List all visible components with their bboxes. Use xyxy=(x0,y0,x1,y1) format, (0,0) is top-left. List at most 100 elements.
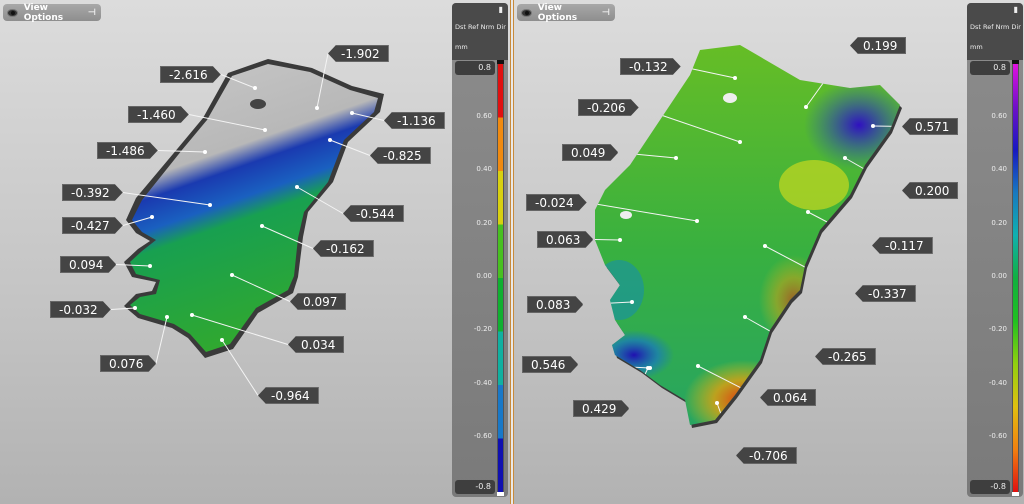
measurement-point xyxy=(253,86,257,90)
measurement-point xyxy=(350,111,354,115)
legend-unit: mm xyxy=(970,43,983,51)
deviation-callout-label[interactable]: -0.825 xyxy=(370,147,431,164)
legend-max-input[interactable]: 0.8 xyxy=(455,61,495,75)
deviation-callout-label[interactable]: -0.032 xyxy=(50,301,111,318)
legend-tick-label: 0.40 xyxy=(476,165,492,174)
deviation-callout-label[interactable]: 0.200 xyxy=(902,182,959,199)
legend-tick-label: -0.40 xyxy=(473,378,492,387)
measurement-point xyxy=(230,273,234,277)
deviation-callout-label[interactable]: 0.094 xyxy=(60,256,116,273)
legend-type: Dst Ref Nrm Dir xyxy=(970,23,1021,31)
deviation-callout-label[interactable]: 0.063 xyxy=(537,231,593,248)
legend-tick-label: 0.40 xyxy=(991,165,1007,174)
deviation-callout-label[interactable]: -0.392 xyxy=(62,184,123,201)
legend-tick-label: 0.00 xyxy=(476,271,492,280)
deviation-callout-label[interactable]: -0.265 xyxy=(815,348,876,365)
right-3d-viewport[interactable]: View Options ⊣ ▮ Dst Ref Nrm Dir mm 0.8 … xyxy=(514,0,1024,504)
deviation-callout-label[interactable]: 0.034 xyxy=(288,336,345,353)
left-part-model xyxy=(110,53,385,396)
measurement-point xyxy=(763,244,767,248)
measurement-point xyxy=(871,124,875,128)
measurement-point xyxy=(133,306,137,310)
deviation-callout-label[interactable]: -1.460 xyxy=(128,106,189,123)
deviation-callout-label[interactable]: -1.136 xyxy=(384,112,445,129)
deviation-callout-label[interactable]: 0.429 xyxy=(573,400,629,417)
eye-icon xyxy=(521,8,532,17)
deviation-callout-label[interactable]: -0.206 xyxy=(578,99,639,116)
measurement-point xyxy=(804,105,808,109)
pin-icon[interactable]: ⊣ xyxy=(602,8,610,18)
measurement-point xyxy=(733,76,737,80)
measurement-point xyxy=(738,140,742,144)
measurement-point xyxy=(203,150,207,154)
deviation-callout-label[interactable]: -0.024 xyxy=(526,194,587,211)
legend-tick-label: -0.60 xyxy=(988,431,1007,440)
legend-tick-label: 0.20 xyxy=(991,218,1007,227)
measurement-point xyxy=(630,300,634,304)
deviation-callout-label[interactable]: -1.902 xyxy=(328,45,389,62)
left-3d-viewport[interactable]: View Options ⊣ ▮ Dst Ref Nrm Dir mm 0.8 … xyxy=(0,0,510,504)
deviation-callout-label[interactable]: -0.117 xyxy=(872,237,933,254)
deviation-callout-label[interactable]: 0.064 xyxy=(760,389,817,406)
color-scale-bar xyxy=(497,63,504,493)
deviation-callout-label[interactable]: -0.544 xyxy=(343,205,404,222)
below-range-swatch xyxy=(497,492,504,496)
deviation-callout-label[interactable]: 0.076 xyxy=(100,355,156,372)
measurement-point xyxy=(328,138,332,142)
legend-min-input[interactable]: -0.8 xyxy=(455,480,495,494)
legend-tick-label: -0.20 xyxy=(473,325,492,334)
deviation-callout-label[interactable]: -0.162 xyxy=(313,240,374,257)
measurement-point xyxy=(260,224,264,228)
view-options-button[interactable]: View Options ⊣ xyxy=(517,3,615,23)
legend-tick-label: -0.20 xyxy=(988,325,1007,334)
measurement-point xyxy=(743,315,747,319)
measurement-point xyxy=(674,156,678,160)
deviation-callout-label[interactable]: -0.706 xyxy=(736,447,797,464)
pin-icon[interactable]: ▮ xyxy=(1014,5,1018,14)
deviation-callout-label[interactable]: 0.049 xyxy=(562,144,618,161)
above-range-swatch xyxy=(497,60,504,64)
callout-leader-line xyxy=(872,125,900,127)
legend-tick-label: -0.60 xyxy=(473,431,492,440)
deviation-callout-label[interactable]: 0.083 xyxy=(527,296,583,313)
pin-icon[interactable]: ⊣ xyxy=(88,8,96,18)
measurement-point xyxy=(263,128,267,132)
deviation-callout-label[interactable]: 0.199 xyxy=(850,37,907,54)
legend-max-input[interactable]: 0.8 xyxy=(970,61,1010,75)
legend-min-input[interactable]: -0.8 xyxy=(970,480,1010,494)
callout-leader-line xyxy=(595,239,621,241)
deviation-callout-label[interactable]: -0.337 xyxy=(855,285,916,302)
callout-leader-line xyxy=(221,339,259,396)
above-range-swatch xyxy=(1012,60,1019,64)
below-range-swatch xyxy=(1012,492,1019,496)
deviation-callout-label[interactable]: -0.964 xyxy=(258,387,319,404)
measurement-point xyxy=(150,215,154,219)
measurement-point xyxy=(190,313,194,317)
measurement-point xyxy=(646,366,650,370)
measurement-point xyxy=(715,401,719,405)
measurement-point xyxy=(806,210,810,214)
measurement-point xyxy=(295,185,299,189)
measurement-point xyxy=(696,364,700,368)
measurement-point xyxy=(315,106,319,110)
deviation-callout-label[interactable]: 0.546 xyxy=(522,356,578,373)
deviation-callout-label[interactable]: -2.616 xyxy=(160,66,221,83)
deviation-callout-label[interactable]: 0.097 xyxy=(290,293,347,310)
measurement-point xyxy=(695,219,699,223)
eye-icon xyxy=(7,8,18,17)
view-options-button[interactable]: View Options ⊣ xyxy=(3,3,101,23)
legend-type: Dst Ref Nrm Dir xyxy=(455,23,506,31)
measurement-point xyxy=(618,238,622,242)
right-part-model xyxy=(595,45,902,428)
deviation-callout-label[interactable]: -1.486 xyxy=(97,142,158,159)
deviation-callout-label[interactable]: -0.132 xyxy=(620,58,681,75)
measurement-point xyxy=(843,156,847,160)
legend-tick-label: 0.20 xyxy=(476,218,492,227)
deviation-callout-label[interactable]: -0.427 xyxy=(62,217,123,234)
measurement-point xyxy=(165,315,169,319)
pin-icon[interactable]: ▮ xyxy=(499,5,503,14)
color-scale-bar xyxy=(1012,63,1019,493)
color-legend: ▮ Dst Ref Nrm Dir mm 0.8 -0.8 0.60 0.40 0.… xyxy=(452,3,508,497)
deviation-callout-label[interactable]: 0.571 xyxy=(902,118,959,135)
legend-tick-label: 0.60 xyxy=(991,112,1007,120)
